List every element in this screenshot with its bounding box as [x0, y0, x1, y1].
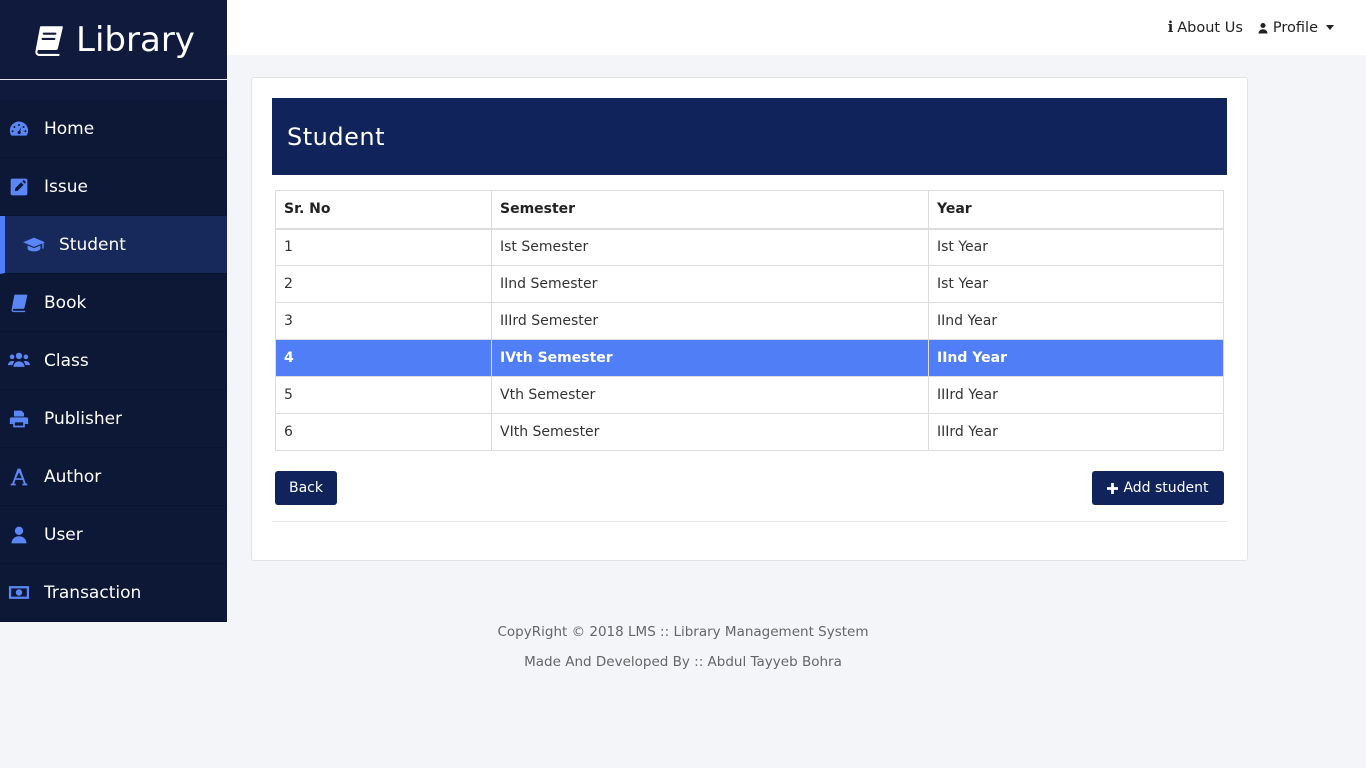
student-panel: Student Sr. No Semester Year 1 Ist Semes… [251, 77, 1248, 561]
sidebar-item-user[interactable]: User [0, 506, 227, 564]
plus-icon [1107, 482, 1119, 494]
back-button[interactable]: Back [275, 471, 337, 505]
users-icon [8, 350, 30, 372]
info-icon: i [1167, 19, 1174, 36]
book-icon [8, 292, 30, 314]
about-us-label: About Us [1177, 19, 1243, 36]
graduation-cap-icon [23, 234, 45, 256]
table-cell: Ist Year [928, 265, 1224, 303]
sidebar-item-label: User [44, 524, 83, 545]
sidebar-item-transaction[interactable]: Transaction [0, 564, 227, 622]
about-us-link[interactable]: i About Us [1168, 19, 1243, 36]
sidebar-item-issue[interactable]: Issue [0, 158, 227, 216]
money-icon [8, 582, 30, 604]
dashboard-icon [8, 118, 30, 140]
table-cell: Vth Semester [491, 376, 929, 414]
brand[interactable]: Library [0, 0, 227, 80]
add-student-label: Add student [1123, 480, 1209, 496]
print-icon [8, 408, 30, 430]
sidebar-item-class[interactable]: Class [0, 332, 227, 390]
table-row[interactable]: 2 IInd Semester Ist Year [275, 265, 1224, 303]
user-icon [1258, 22, 1268, 33]
table-cell: IVth Semester [491, 339, 929, 377]
sidebar-item-home[interactable]: Home [0, 100, 227, 158]
sidebar-item-book[interactable]: Book [0, 274, 227, 332]
add-student-button[interactable]: Add student [1092, 471, 1224, 505]
table-header-row: Sr. No Semester Year [275, 190, 1224, 230]
table-cell: Ist Year [928, 228, 1224, 266]
book-icon [35, 25, 63, 56]
table-cell: 5 [275, 376, 492, 414]
profile-dropdown[interactable]: Profile [1257, 20, 1334, 36]
sidebar-item-label: Issue [44, 176, 88, 197]
sidebar-item-label: Transaction [44, 582, 142, 603]
table-cell: 3 [275, 302, 492, 340]
table-cell: IInd Year [928, 339, 1224, 377]
brand-title: Library [76, 19, 195, 60]
sidebar-item-label: Class [44, 350, 89, 371]
user-icon [8, 524, 30, 546]
divider [272, 521, 1227, 522]
page-title-bar: Student [272, 98, 1227, 175]
table-cell: 1 [275, 228, 492, 266]
caret-down-icon [1326, 25, 1334, 30]
sidebar-item-label: Student [59, 234, 126, 255]
table-cell: IInd Year [928, 302, 1224, 340]
sidebar-item-label: Home [44, 118, 95, 139]
footer: CopyRight © 2018 LMS :: Library Manageme… [0, 620, 1366, 680]
table-cell: 6 [275, 413, 492, 451]
sidebar-nav: Home Issue Student Book Class Publisher … [0, 100, 227, 622]
edit-icon [8, 176, 30, 198]
sidebar-item-label: Author [44, 466, 102, 487]
sidebar-item-label: Publisher [44, 408, 123, 429]
table-row[interactable]: 5 Vth Semester IIIrd Year [275, 376, 1224, 414]
sidebar-item-author[interactable]: Author [0, 448, 227, 506]
table-cell: VIth Semester [491, 413, 929, 451]
page-title: Student [287, 122, 385, 151]
semester-table: Sr. No Semester Year 1 Ist Semester Ist … [275, 190, 1224, 451]
column-header: Sr. No [275, 190, 492, 230]
table-cell: IIIrd Semester [491, 302, 929, 340]
sidebar-item-student[interactable]: Student [0, 216, 227, 274]
table-cell: 2 [275, 265, 492, 303]
table-row[interactable]: 1 Ist Semester Ist Year [275, 228, 1224, 266]
sidebar-item-label: Book [44, 292, 87, 313]
sidebar: Library Home Issue Student Book Class Pu… [0, 0, 227, 622]
topbar: i About Us Profile [227, 0, 1366, 55]
developer-credit: Made And Developed By :: Abdul Tayyeb Bo… [524, 654, 842, 670]
sidebar-item-publisher[interactable]: Publisher [0, 390, 227, 448]
table-row-selected[interactable]: 4 IVth Semester IInd Year [275, 339, 1224, 377]
table-cell: Ist Semester [491, 228, 929, 266]
table-cell: IIIrd Year [928, 413, 1224, 451]
table-cell: IInd Semester [491, 265, 929, 303]
table-row[interactable]: 3 IIIrd Semester IInd Year [275, 302, 1224, 340]
profile-label: Profile [1272, 19, 1318, 36]
table-row[interactable]: 6 VIth Semester IIIrd Year [275, 413, 1224, 451]
table-cell: IIIrd Year [928, 376, 1224, 414]
column-header: Semester [491, 190, 929, 230]
font-icon [8, 466, 30, 488]
column-header: Year [928, 190, 1224, 230]
table-cell: 4 [275, 339, 492, 377]
copyright-text: CopyRight © 2018 LMS :: Library Manageme… [497, 624, 869, 640]
back-button-label: Back [289, 480, 323, 496]
